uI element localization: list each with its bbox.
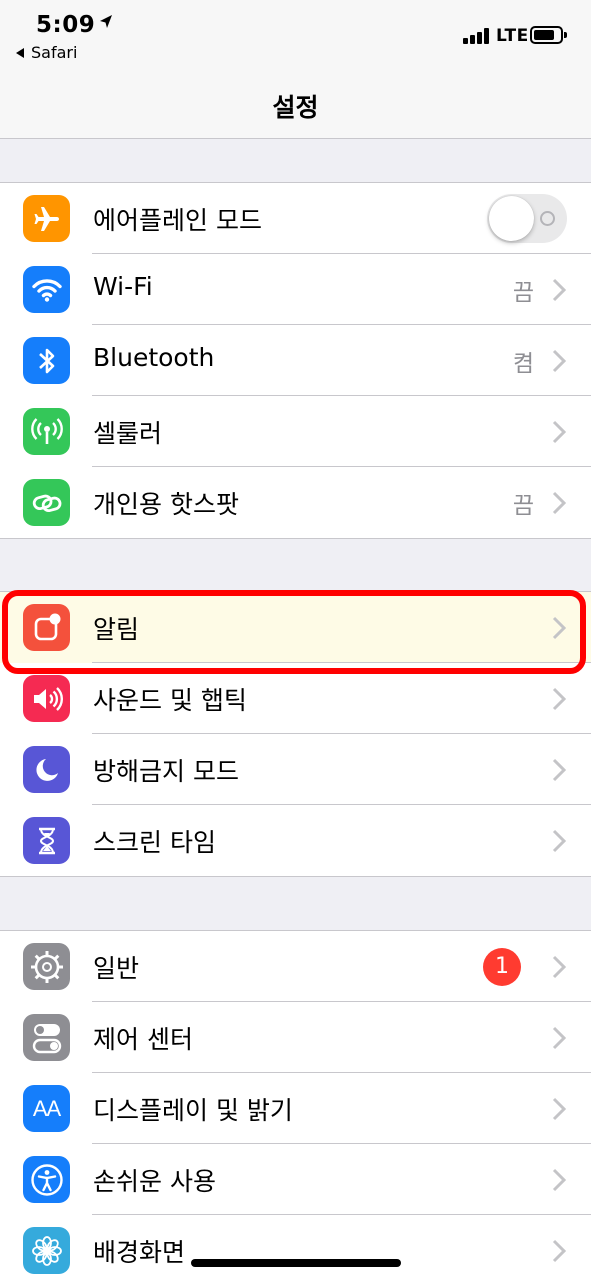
location-arrow-icon bbox=[99, 10, 113, 36]
row-detail: 켬 bbox=[512, 351, 534, 377]
row-label: 배경화면 bbox=[93, 1238, 186, 1267]
settings-row-bluetooth[interactable]: Bluetooth 켬 bbox=[0, 325, 591, 396]
settings-row-cellular[interactable]: 셀룰러 bbox=[0, 396, 591, 467]
chevron-right-icon bbox=[552, 349, 566, 373]
chevron-right-icon bbox=[552, 420, 566, 444]
row-label: 사운드 및 햅틱 bbox=[93, 686, 247, 715]
chevron-right-icon bbox=[552, 955, 566, 979]
row-label: 디스플레이 및 밝기 bbox=[93, 1096, 293, 1125]
settings-row-general[interactable]: 일반 1 bbox=[0, 931, 591, 1002]
wifi-icon bbox=[23, 266, 70, 313]
switches-icon bbox=[23, 1014, 70, 1061]
highlight-outline bbox=[2, 590, 586, 674]
settings-row-display-brightness[interactable]: AA 디스플레이 및 밝기 bbox=[0, 1073, 591, 1144]
chevron-right-icon bbox=[552, 278, 566, 302]
settings-row-accessibility[interactable]: 손쉬운 사용 bbox=[0, 1144, 591, 1215]
row-label: 방해금지 모드 bbox=[93, 757, 239, 786]
moon-icon bbox=[23, 746, 70, 793]
row-label: Wi-Fi bbox=[93, 272, 153, 301]
battery-icon bbox=[530, 26, 567, 44]
row-label: 손쉬운 사용 bbox=[93, 1167, 216, 1196]
chevron-right-icon bbox=[552, 687, 566, 711]
page-title: 설정 bbox=[272, 93, 319, 122]
chevron-right-icon bbox=[552, 829, 566, 853]
text-size-icon: AA bbox=[23, 1085, 70, 1132]
back-to-app-button[interactable]: Safari bbox=[16, 43, 77, 62]
gear-icon bbox=[23, 943, 70, 990]
speaker-icon bbox=[23, 675, 70, 722]
accessibility-icon bbox=[23, 1156, 70, 1203]
chevron-right-icon bbox=[552, 1026, 566, 1050]
flower-icon bbox=[23, 1227, 70, 1274]
row-detail: 끔 bbox=[512, 280, 534, 306]
update-badge: 1 bbox=[483, 948, 521, 986]
settings-group-connectivity: 에어플레인 모드 Wi-Fi 끔 Bluetooth 켬 셀룰러 개인용 핫스팟… bbox=[0, 182, 591, 539]
row-label: 스크린 타임 bbox=[93, 828, 216, 857]
settings-row-do-not-disturb[interactable]: 방해금지 모드 bbox=[0, 734, 591, 805]
settings-group-general: 일반 1 제어 센터 AA 디스플레이 및 밝기 손쉬운 사용 배경화면 bbox=[0, 930, 591, 1280]
network-type: LTE bbox=[496, 26, 529, 46]
toggle-knob bbox=[489, 196, 534, 241]
row-label: 셀룰러 bbox=[93, 419, 163, 448]
airplane-mode-toggle[interactable] bbox=[487, 194, 567, 243]
row-label: 일반 bbox=[93, 954, 140, 983]
chevron-right-icon bbox=[552, 758, 566, 782]
settings-row-screen-time[interactable]: 스크린 타임 bbox=[0, 805, 591, 876]
text-size-glyph: AA bbox=[32, 1095, 61, 1121]
hourglass-icon bbox=[23, 817, 70, 864]
status-time-text: 5:09 bbox=[36, 12, 96, 38]
cellular-signal-icon bbox=[463, 28, 489, 44]
home-indicator[interactable] bbox=[191, 1259, 401, 1267]
airplane-icon bbox=[23, 195, 70, 242]
row-label: Bluetooth bbox=[93, 343, 215, 372]
chevron-right-icon bbox=[552, 1168, 566, 1192]
cellular-antenna-icon bbox=[23, 408, 70, 455]
back-triangle-icon bbox=[16, 48, 24, 58]
chevron-right-icon bbox=[552, 1097, 566, 1121]
row-label: 제어 센터 bbox=[93, 1025, 193, 1054]
navigation-bar: 설정 bbox=[0, 70, 591, 139]
row-label: 개인용 핫스팟 bbox=[93, 490, 239, 519]
hotspot-chain-icon bbox=[23, 479, 70, 526]
row-detail: 끔 bbox=[512, 493, 534, 519]
settings-row-wallpaper[interactable]: 배경화면 bbox=[0, 1215, 591, 1280]
chevron-right-icon bbox=[552, 491, 566, 515]
chevron-right-icon bbox=[552, 1239, 566, 1263]
back-app-label: Safari bbox=[31, 43, 78, 62]
settings-row-airplane-mode[interactable]: 에어플레인 모드 bbox=[0, 183, 591, 254]
settings-row-personal-hotspot[interactable]: 개인용 핫스팟 끔 bbox=[0, 467, 591, 538]
settings-row-wifi[interactable]: Wi-Fi 끔 bbox=[0, 254, 591, 325]
status-time: 5:09 bbox=[36, 10, 113, 38]
status-bar: 5:09 Safari LTE bbox=[0, 0, 591, 70]
toggle-off-indicator bbox=[540, 211, 555, 226]
row-label: 에어플레인 모드 bbox=[93, 206, 262, 235]
settings-row-control-center[interactable]: 제어 센터 bbox=[0, 1002, 591, 1073]
bluetooth-icon bbox=[23, 337, 70, 384]
